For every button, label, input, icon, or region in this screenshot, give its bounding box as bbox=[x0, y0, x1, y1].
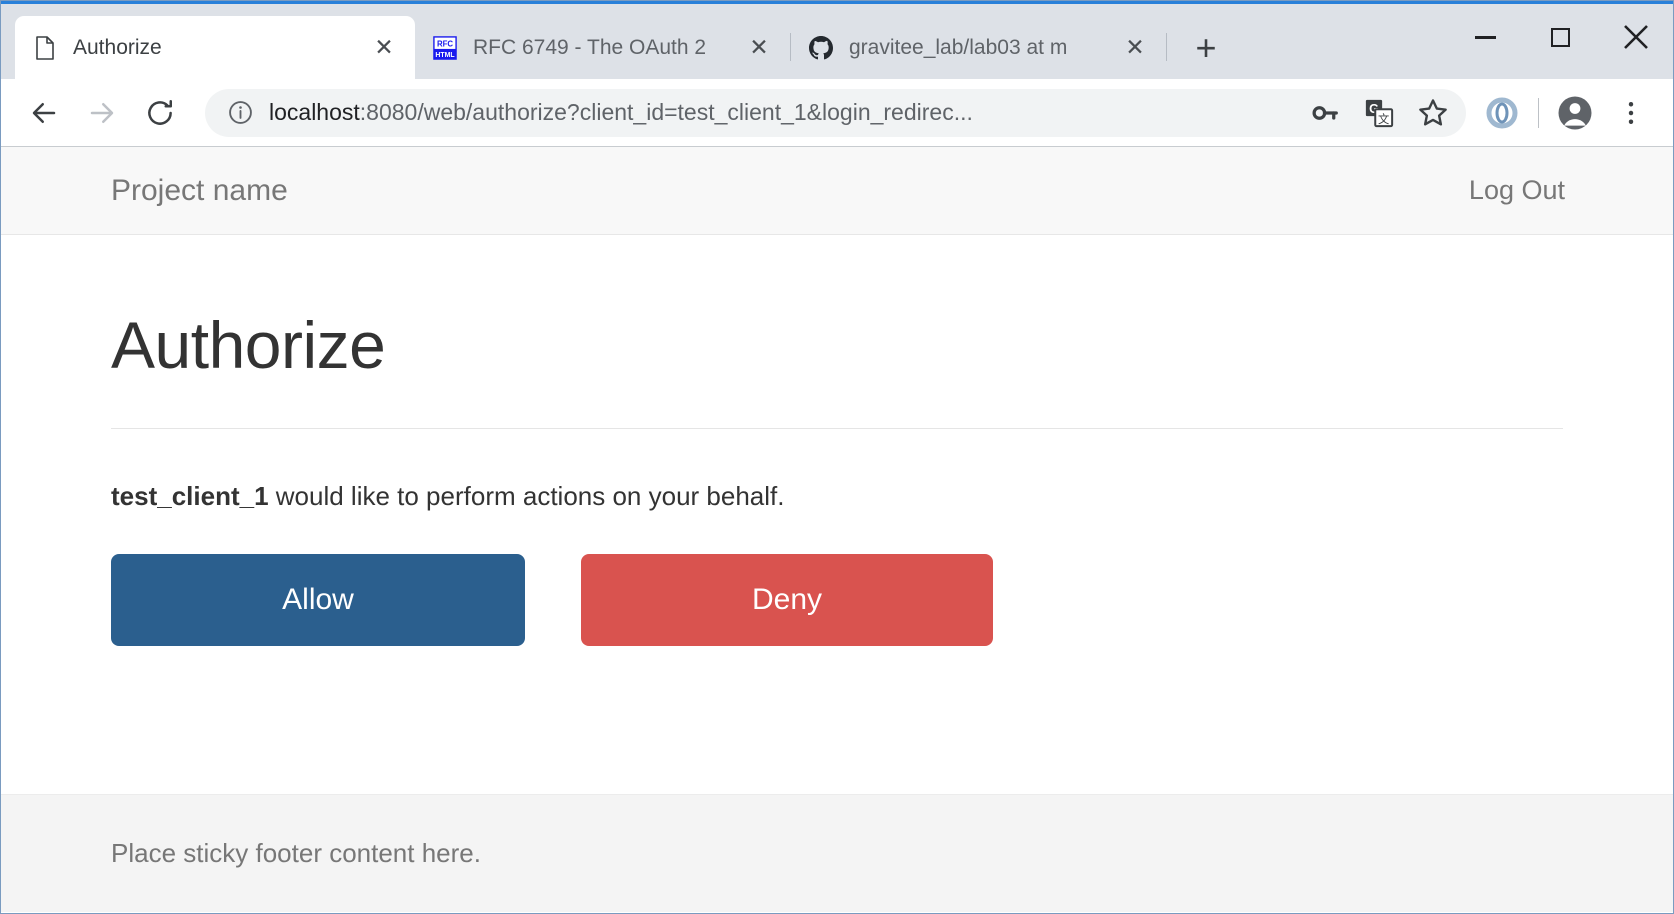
tab-close-icon[interactable]: ✕ bbox=[367, 31, 401, 65]
footer-text: Place sticky footer content here. bbox=[111, 838, 481, 868]
minimize-icon bbox=[1475, 35, 1496, 39]
forward-button[interactable] bbox=[73, 84, 131, 142]
svg-text:文: 文 bbox=[1378, 112, 1389, 126]
maximize-button[interactable] bbox=[1523, 7, 1598, 67]
bookmark-button[interactable] bbox=[1406, 89, 1460, 137]
page-viewport: Project name Log Out Authorize test_clie… bbox=[1, 147, 1673, 912]
three-dot-menu-icon bbox=[1628, 101, 1634, 124]
tab-gravitee-lab[interactable]: gravitee_lab/lab03 at m ✕ bbox=[791, 16, 1166, 79]
title-divider bbox=[111, 428, 1563, 429]
tab-title: gravitee_lab/lab03 at m bbox=[849, 35, 1068, 59]
minimize-button[interactable] bbox=[1448, 7, 1523, 67]
rfc-html-icon: RFC HTML bbox=[433, 35, 457, 61]
browser-toolbar: localhost:8080/web/authorize?client_id=t… bbox=[1, 79, 1673, 147]
tab-rfc-6749[interactable]: RFC HTML RFC 6749 - The OAuth 2 ✕ bbox=[415, 16, 790, 79]
maximize-icon bbox=[1551, 27, 1570, 47]
site-info-icon[interactable] bbox=[227, 100, 253, 126]
toolbar-divider bbox=[1538, 97, 1539, 128]
page-title: Authorize bbox=[111, 308, 386, 382]
brand-name[interactable]: Project name bbox=[111, 174, 288, 208]
browser-menu-button[interactable] bbox=[1603, 85, 1659, 141]
star-icon bbox=[1419, 98, 1447, 126]
tab-title: Authorize bbox=[73, 35, 162, 59]
client-id-text: test_client_1 bbox=[111, 481, 269, 511]
github-icon bbox=[809, 35, 833, 61]
url-host: localhost bbox=[269, 99, 360, 125]
document-icon bbox=[33, 35, 57, 61]
forward-arrow-icon bbox=[90, 102, 114, 123]
url-path: :8080/web/authorize?client_id=test_clien… bbox=[359, 99, 973, 125]
profile-button[interactable] bbox=[1547, 85, 1603, 141]
address-bar[interactable]: localhost:8080/web/authorize?client_id=t… bbox=[205, 88, 1466, 137]
extension-button[interactable] bbox=[1474, 85, 1530, 141]
tab-strip: Authorize ✕ RFC HTML RFC 6749 - The OAut… bbox=[1, 1, 1673, 79]
tab-title: RFC 6749 - The OAuth 2 bbox=[473, 35, 707, 59]
tab-close-icon[interactable]: ✕ bbox=[1118, 31, 1152, 65]
action-buttons: Allow Deny bbox=[111, 554, 1563, 646]
svg-text:HTML: HTML bbox=[435, 51, 454, 58]
url-text[interactable]: localhost:8080/web/authorize?client_id=t… bbox=[269, 99, 1298, 126]
password-manager-button[interactable] bbox=[1298, 89, 1352, 137]
reload-button[interactable] bbox=[131, 84, 189, 142]
key-icon bbox=[1312, 105, 1338, 120]
back-arrow-icon bbox=[32, 102, 56, 123]
authorization-description: test_client_1 would like to perform acti… bbox=[111, 481, 1563, 512]
close-window-button[interactable] bbox=[1598, 7, 1673, 67]
sticky-footer: Place sticky footer content here. bbox=[1, 794, 1673, 912]
reload-icon bbox=[148, 99, 172, 125]
avatar-icon bbox=[1558, 96, 1592, 129]
tab-close-icon[interactable]: ✕ bbox=[742, 31, 776, 65]
translate-icon: G 文 bbox=[1365, 99, 1394, 127]
browser-window: Authorize ✕ RFC HTML RFC 6749 - The OAut… bbox=[0, 0, 1674, 914]
page-container: Authorize test_client_1 would like to pe… bbox=[1, 307, 1673, 646]
window-controls bbox=[1448, 7, 1673, 67]
extension-icon bbox=[1486, 97, 1518, 128]
close-icon bbox=[1623, 25, 1648, 49]
tab-authorize[interactable]: Authorize ✕ bbox=[15, 16, 415, 79]
back-button[interactable] bbox=[15, 84, 73, 142]
deny-button[interactable]: Deny bbox=[581, 554, 993, 646]
translate-button[interactable]: G 文 bbox=[1352, 89, 1406, 137]
svg-text:RFC: RFC bbox=[437, 39, 453, 48]
new-tab-button[interactable]: + bbox=[1179, 21, 1233, 75]
description-rest: would like to perform actions on your be… bbox=[268, 481, 785, 511]
allow-button[interactable]: Allow bbox=[111, 554, 525, 646]
logout-link[interactable]: Log Out bbox=[1469, 175, 1565, 206]
site-navbar: Project name Log Out bbox=[1, 147, 1673, 235]
tab-divider bbox=[1166, 33, 1167, 61]
